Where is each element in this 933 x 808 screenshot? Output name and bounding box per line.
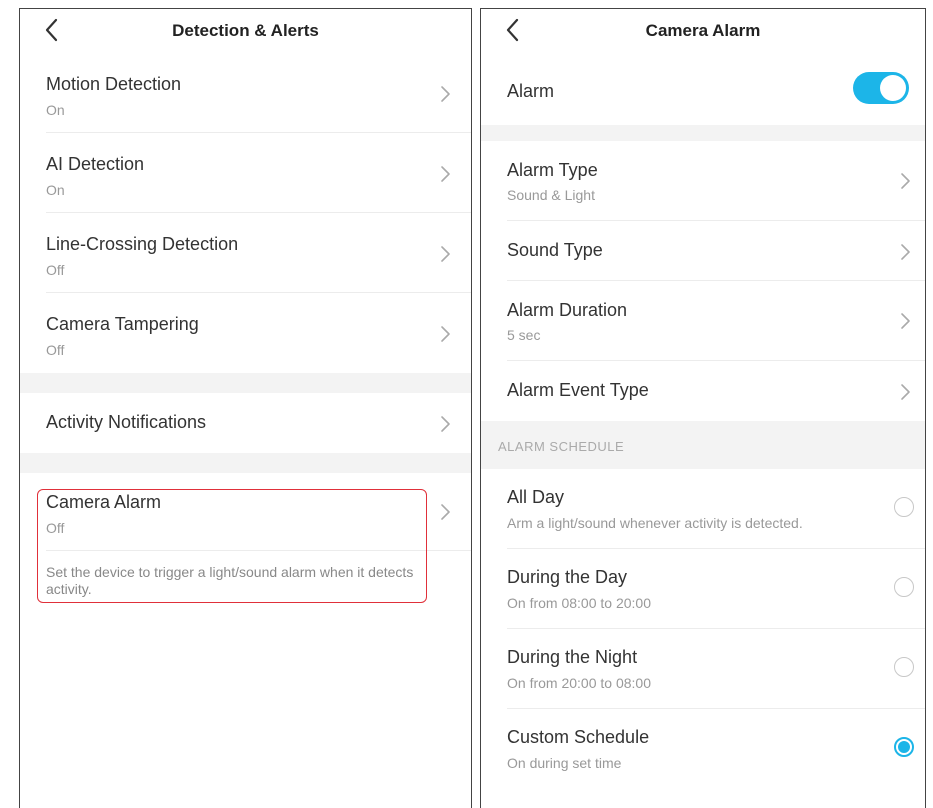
page-title: Camera Alarm bbox=[645, 21, 761, 40]
item-label: Camera Alarm bbox=[46, 492, 162, 512]
chevron-right-icon bbox=[901, 313, 910, 329]
item-label: Alarm Type bbox=[507, 160, 598, 180]
chevron-right-icon bbox=[441, 416, 450, 432]
chevron-right-icon bbox=[441, 246, 450, 262]
section-gap bbox=[20, 373, 471, 393]
list-item-alarm-type[interactable]: Alarm Type Sound & Light bbox=[481, 141, 925, 221]
item-status: On bbox=[46, 182, 65, 198]
item-label: Sound Type bbox=[507, 240, 603, 260]
page-title: Detection & Alerts bbox=[172, 21, 319, 40]
schedule-option-during-the-night[interactable]: During the Night On from 20:00 to 08:00 bbox=[481, 629, 925, 709]
chevron-right-icon bbox=[441, 166, 450, 182]
schedule-option-during-the-day[interactable]: During the Day On from 08:00 to 20:00 bbox=[481, 549, 925, 629]
alarm-label: Alarm bbox=[507, 81, 555, 101]
list-item-camera-alarm[interactable]: Camera Alarm Off bbox=[20, 473, 471, 551]
header: Detection & Alerts bbox=[20, 9, 471, 53]
item-label: Camera Tampering bbox=[46, 314, 199, 334]
header: Camera Alarm bbox=[481, 9, 925, 53]
option-description: On during set time bbox=[507, 755, 622, 771]
camera-alarm-description: Set the device to trigger a light/sound … bbox=[46, 564, 414, 597]
item-label: Alarm Event Type bbox=[507, 380, 649, 400]
option-description: On from 08:00 to 20:00 bbox=[507, 595, 651, 611]
item-status: Off bbox=[46, 520, 65, 536]
section-gap bbox=[481, 125, 925, 141]
item-status: Off bbox=[46, 262, 65, 278]
list-item-activity-notifications[interactable]: Activity Notifications bbox=[20, 393, 471, 453]
list-item-alarm-duration[interactable]: Alarm Duration 5 sec bbox=[481, 281, 925, 361]
detection-alerts-screen: Detection & Alerts Motion Detection On A… bbox=[19, 8, 472, 808]
alarm-toggle-row: Alarm bbox=[481, 53, 925, 125]
alarm-toggle[interactable] bbox=[853, 72, 909, 104]
option-label: Custom Schedule bbox=[507, 727, 650, 747]
item-label: Alarm Duration bbox=[507, 300, 628, 320]
item-label: Line-Crossing Detection bbox=[46, 234, 239, 254]
chevron-right-icon bbox=[441, 86, 450, 102]
camera-alarm-description-row: Set the device to trigger a light/sound … bbox=[20, 551, 471, 611]
list-item-line-crossing-detection[interactable]: Line-Crossing Detection Off bbox=[20, 213, 471, 293]
list-item-motion-detection[interactable]: Motion Detection On bbox=[20, 53, 471, 133]
during-the-day-radio[interactable] bbox=[894, 577, 914, 597]
list-item-camera-tampering[interactable]: Camera Tampering Off bbox=[20, 293, 471, 373]
schedule-option-all-day[interactable]: All Day Arm a light/sound whenever activ… bbox=[481, 469, 925, 549]
item-value: 5 sec bbox=[507, 327, 541, 343]
item-label: Motion Detection bbox=[46, 74, 182, 94]
during-the-night-radio[interactable] bbox=[894, 657, 914, 677]
list-item-alarm-event-type[interactable]: Alarm Event Type bbox=[481, 361, 925, 421]
all-day-radio[interactable] bbox=[894, 497, 914, 517]
item-status: On bbox=[46, 102, 65, 118]
chevron-right-icon bbox=[901, 244, 910, 260]
section-gap bbox=[20, 453, 471, 473]
chevron-right-icon bbox=[901, 384, 910, 400]
item-label: AI Detection bbox=[46, 154, 145, 174]
list-item-sound-type[interactable]: Sound Type bbox=[481, 221, 925, 281]
camera-alarm-screen: Camera Alarm Alarm Alarm Type Sound & Li… bbox=[480, 8, 926, 808]
list-item-ai-detection[interactable]: AI Detection On bbox=[20, 133, 471, 213]
schedule-section-header: ALARM SCHEDULE bbox=[481, 421, 925, 469]
option-description: Arm a light/sound whenever activity is d… bbox=[507, 515, 803, 531]
chevron-right-icon bbox=[441, 504, 450, 520]
toggle-knob bbox=[880, 75, 906, 101]
chevron-right-icon bbox=[441, 326, 450, 342]
schedule-option-custom-schedule[interactable]: Custom Schedule On during set time bbox=[481, 709, 925, 789]
item-status: Off bbox=[46, 342, 65, 358]
option-description: On from 20:00 to 08:00 bbox=[507, 675, 651, 691]
item-label: Activity Notifications bbox=[46, 412, 207, 432]
option-label: During the Night bbox=[507, 647, 638, 667]
custom-schedule-radio[interactable] bbox=[894, 737, 914, 757]
chevron-right-icon bbox=[901, 173, 910, 189]
section-header-text: ALARM SCHEDULE bbox=[498, 439, 625, 454]
option-label: During the Day bbox=[507, 567, 628, 587]
item-value: Sound & Light bbox=[507, 187, 595, 203]
option-label: All Day bbox=[507, 487, 565, 507]
